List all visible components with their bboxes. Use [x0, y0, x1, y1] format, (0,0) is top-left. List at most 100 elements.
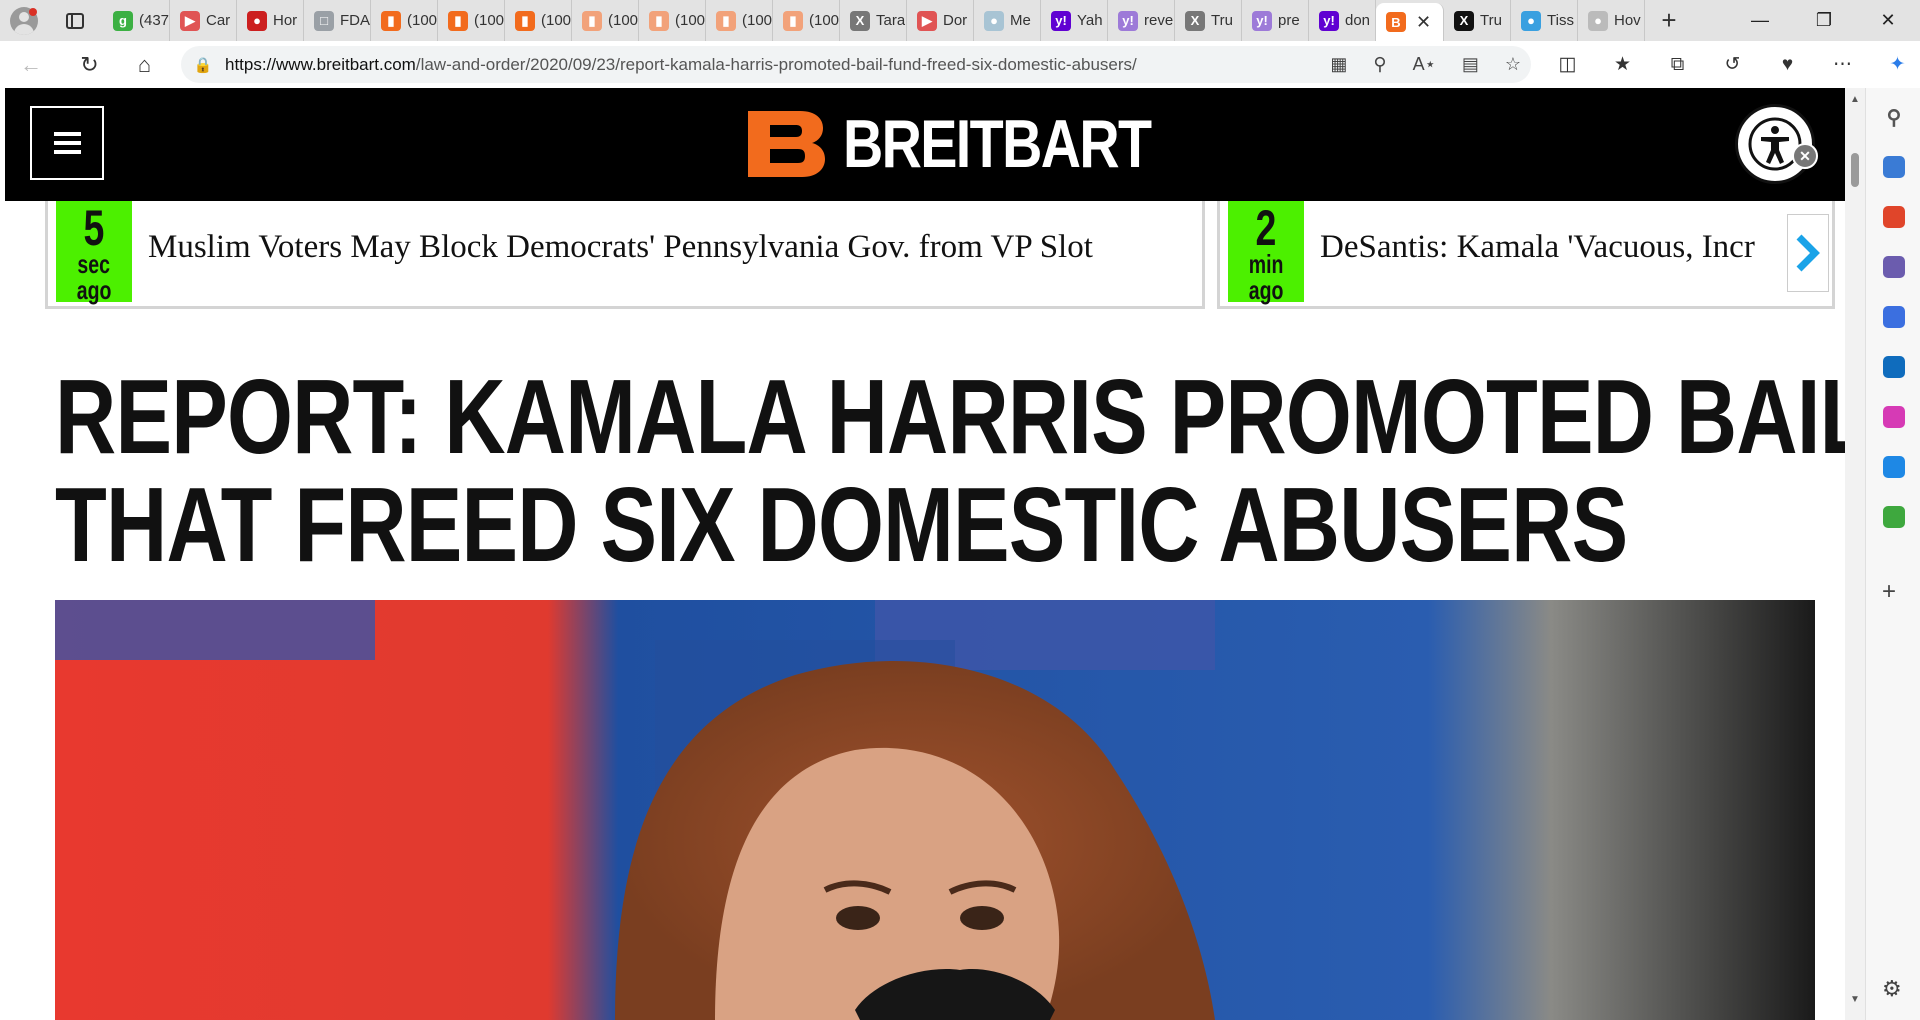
browser-tab[interactable]: X Tara: [840, 0, 907, 41]
games-icon[interactable]: [1883, 256, 1905, 278]
tools-briefcase-icon[interactable]: [1883, 206, 1905, 228]
browser-tab[interactable]: ● Me: [974, 0, 1041, 41]
add-sidebar-item-button[interactable]: +: [1882, 578, 1896, 606]
browser-sidebar: + ⚙ ⚲: [1865, 88, 1920, 1020]
shopping-tag-icon[interactable]: [1883, 156, 1905, 178]
split-screen-icon[interactable]: ◫: [1540, 53, 1595, 76]
close-window-button[interactable]: ✕: [1856, 0, 1920, 41]
g-icon: g: [113, 10, 133, 31]
article-hero-image[interactable]: [55, 600, 1815, 1020]
close-tab-icon[interactable]: ✕: [1416, 12, 1431, 33]
ticker-time-ago: ago: [1248, 275, 1284, 305]
web-icon: ●: [984, 10, 1004, 31]
tab-actions-button[interactable]: [47, 0, 103, 41]
scroll-up-arrow-icon[interactable]: ▲: [1850, 94, 1860, 105]
back-button[interactable]: ←: [0, 41, 62, 88]
minimize-button[interactable]: —: [1728, 0, 1792, 41]
restore-button[interactable]: ❐: [1792, 0, 1856, 41]
browser-tab[interactable]: ▮ (100: [505, 0, 572, 41]
browser-tab[interactable]: ● Hov: [1578, 0, 1645, 41]
browser-tab[interactable]: ▮ (100: [572, 0, 639, 41]
url-text[interactable]: https://www.breitbart.com/law-and-order/…: [225, 55, 1137, 75]
send-icon[interactable]: [1883, 456, 1905, 478]
new-tab-button[interactable]: +: [1645, 0, 1693, 41]
ticker-item[interactable]: 5 sec ago Muslim Voters May Block Democr…: [45, 201, 1205, 309]
x-icon: X: [850, 10, 870, 31]
web-icon: ●: [1521, 10, 1541, 31]
site-logo[interactable]: BREITBART: [748, 106, 1218, 182]
browser-tab[interactable]: g (437: [103, 0, 170, 41]
search-icon[interactable]: ⚲: [1883, 106, 1905, 129]
copilot-icon[interactable]: [1883, 306, 1905, 328]
yahoo-icon: y!: [1118, 10, 1138, 31]
tab-title: Me: [1010, 12, 1031, 29]
breitbart-b-logo-icon: [748, 111, 825, 177]
refresh-button[interactable]: ↻: [62, 41, 117, 88]
favorite-star-icon[interactable]: ☆: [1505, 54, 1521, 75]
url-host: https://www.breitbart.com: [225, 54, 416, 74]
scrollbar-thumb[interactable]: [1851, 153, 1859, 187]
browser-tab[interactable]: ● Tiss: [1511, 0, 1578, 41]
browser-tab[interactable]: y! don: [1309, 0, 1376, 41]
browser-tab[interactable]: ● Hor: [237, 0, 304, 41]
window-controls: — ❐ ✕: [1728, 0, 1920, 41]
bookmark-icon: ▮: [381, 10, 401, 31]
zoom-icon[interactable]: ⚲: [1373, 54, 1386, 75]
tab-title: Tru: [1480, 12, 1502, 29]
app-available-icon[interactable]: ▦: [1330, 54, 1347, 75]
site-logo-text: BREITBART: [843, 106, 1152, 182]
browser-tab[interactable]: X Tru: [1444, 0, 1511, 41]
browser-tab-strip: g (437 ▶ Car ● Hor □ FDA ▮ (100 ▮ (100 ▮ (100 ▮ (100 ▮ (1…: [0, 0, 1920, 41]
collections-icon[interactable]: ⧉: [1650, 54, 1705, 76]
history-icon[interactable]: ↺: [1705, 53, 1760, 76]
tab-title: don: [1345, 12, 1371, 29]
home-button[interactable]: ⌂: [117, 41, 172, 88]
designer-icon[interactable]: [1883, 406, 1905, 428]
performance-icon[interactable]: ♥: [1760, 54, 1815, 76]
tab-title: (100: [809, 12, 839, 29]
outlook-icon[interactable]: [1883, 356, 1905, 378]
browser-tab[interactable]: ▮ (100: [706, 0, 773, 41]
browser-tab[interactable]: ▮ (100: [773, 0, 840, 41]
browser-tab[interactable]: y! Yah: [1041, 0, 1108, 41]
breitbart-icon: B: [1386, 12, 1406, 32]
tab-title: (100: [541, 12, 571, 29]
tab-title: Tara: [876, 12, 906, 29]
hamburger-menu-button[interactable]: [30, 106, 104, 180]
site-header: BREITBART ✕: [5, 88, 1845, 201]
page-scrollbar[interactable]: ▲ ▼: [1845, 88, 1865, 1020]
ticker-headline[interactable]: DeSantis: Kamala 'Vacuous, Incr: [1320, 229, 1755, 266]
browser-tab[interactable]: □ FDA: [304, 0, 371, 41]
browser-tab[interactable]: y! pre: [1242, 0, 1309, 41]
more-menu-icon[interactable]: ⋯: [1815, 53, 1870, 76]
immersive-reader-icon[interactable]: ▤: [1462, 54, 1479, 75]
browser-tab[interactable]: y! reve: [1108, 0, 1175, 41]
tree-icon[interactable]: [1883, 506, 1905, 528]
browser-tab[interactable]: ▶ Car: [170, 0, 237, 41]
accessibility-widget-button[interactable]: ✕: [1735, 104, 1818, 184]
browser-tab-active[interactable]: B ✕: [1376, 3, 1444, 41]
yahoo-icon: y!: [1252, 10, 1272, 31]
browser-tab[interactable]: ▶ Dor: [907, 0, 974, 41]
profile-avatar[interactable]: [0, 0, 47, 41]
read-aloud-icon[interactable]: A⋆: [1413, 54, 1436, 75]
browser-tab[interactable]: X Tru: [1175, 0, 1242, 41]
browser-tab[interactable]: ▮ (100: [438, 0, 505, 41]
scroll-down-arrow-icon[interactable]: ▼: [1850, 994, 1860, 1005]
lock-icon[interactable]: 🔒: [181, 56, 225, 74]
accessibility-close-icon[interactable]: ✕: [1792, 143, 1818, 169]
sidebar-settings-icon[interactable]: ⚙: [1882, 976, 1902, 1002]
ticker-headline[interactable]: Muslim Voters May Block Democrats' Penns…: [148, 229, 1093, 266]
browser-tab[interactable]: ▮ (100: [371, 0, 438, 41]
tab-title: FDA: [340, 12, 370, 29]
browser-tab[interactable]: ▮ (100: [639, 0, 706, 41]
x-icon: X: [1185, 10, 1205, 31]
video-icon: ▶: [180, 10, 200, 31]
favorites-icon[interactable]: ★: [1595, 53, 1650, 76]
copilot-icon[interactable]: ✦: [1870, 53, 1920, 76]
address-bar[interactable]: 🔒 https://www.breitbart.com/law-and-orde…: [181, 46, 1531, 83]
address-bar-icons: ▦ ⚲ A⋆ ▤ ☆: [1330, 46, 1521, 83]
menu-bar: [53, 132, 81, 136]
ticker-item[interactable]: 2 min ago DeSantis: Kamala 'Vacuous, Inc…: [1217, 201, 1835, 309]
ticker-next-button[interactable]: [1787, 214, 1829, 292]
